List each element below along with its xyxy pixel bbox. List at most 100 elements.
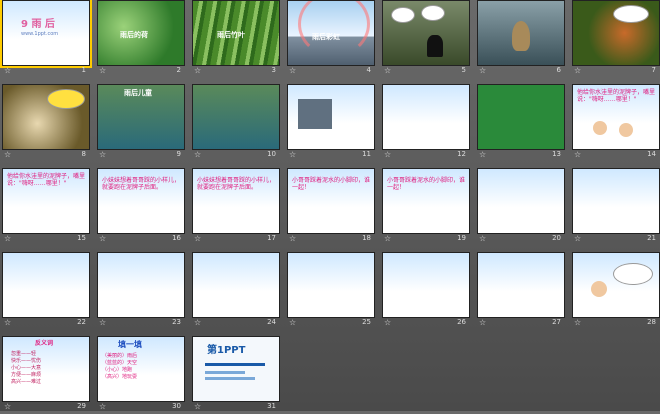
star-icon: ☆ bbox=[99, 318, 107, 327]
slide-thumb-2[interactable]: 雨后的荷 ☆ 2 bbox=[97, 0, 185, 78]
slide-thumb-31[interactable]: 第1PPT ☆ 31 bbox=[192, 336, 280, 414]
slide-number: 17 bbox=[267, 234, 276, 242]
slide-thumb-23[interactable]: ☆ 23 bbox=[97, 252, 185, 330]
speech-bubble-icon bbox=[613, 5, 649, 23]
slide-thumb-24[interactable]: ☆ 24 bbox=[192, 252, 280, 330]
slide-thumb-27[interactable]: ☆ 27 bbox=[477, 252, 565, 330]
slide-thumb-10[interactable]: ☆ 10 bbox=[192, 84, 280, 162]
slide-thumb-25[interactable]: ☆ 25 bbox=[287, 252, 375, 330]
slide-thumb-11[interactable]: ☆ 11 bbox=[287, 84, 375, 162]
divider bbox=[205, 371, 245, 374]
slide-thumb-12[interactable]: ☆ 12 bbox=[382, 84, 470, 162]
slide-preview bbox=[2, 84, 90, 150]
star-icon: ☆ bbox=[194, 66, 202, 75]
slide-number: 16 bbox=[172, 234, 181, 242]
slide-thumb-30[interactable]: 填一填 （美丽的）雨后 （蓝蓝的）天空 （小心）地跑 （高兴）地玩耍 ☆ 30 bbox=[97, 336, 185, 414]
slide-number: 4 bbox=[366, 66, 371, 74]
slide-thumb-7[interactable]: ☆ 7 bbox=[572, 0, 660, 78]
slide-number: 24 bbox=[267, 318, 276, 326]
slide-preview: 小妹妹想着哥哥踩的小样儿，就要跑在泥牌子后面。 bbox=[192, 168, 280, 234]
star-icon: ☆ bbox=[384, 66, 392, 75]
slide-number: 23 bbox=[172, 318, 181, 326]
star-icon: ☆ bbox=[194, 318, 202, 327]
slide-number: 13 bbox=[552, 150, 561, 158]
slide-thumb-1[interactable]: 9 雨 后 www.1ppt.com ☆ 1 bbox=[0, 0, 92, 78]
slide-thumb-28[interactable]: ☆ 28 bbox=[572, 252, 660, 330]
slide-title: 反义词 bbox=[35, 340, 54, 347]
slide-thumb-5[interactable]: ☆ 5 bbox=[382, 0, 470, 78]
slide-thumb-6[interactable]: ☆ 6 bbox=[477, 0, 565, 78]
slide-subtitle: www.1ppt.com bbox=[21, 31, 59, 37]
slide-number: 2 bbox=[176, 66, 181, 74]
star-icon: ☆ bbox=[479, 318, 487, 327]
star-icon: ☆ bbox=[574, 150, 582, 159]
slide-number: 5 bbox=[461, 66, 466, 74]
slide-number: 25 bbox=[362, 318, 371, 326]
star-icon: ☆ bbox=[574, 66, 582, 75]
star-icon: ☆ bbox=[194, 234, 202, 243]
slide-preview bbox=[477, 84, 565, 150]
slide-title: 雨后的荷 bbox=[120, 31, 148, 39]
slide-thumb-22[interactable]: ☆ 22 bbox=[2, 252, 90, 330]
star-icon: ☆ bbox=[289, 150, 297, 159]
slide-preview: 雨后的荷 bbox=[97, 0, 185, 66]
slide-thumb-4[interactable]: 雨后彩虹 ☆ 4 bbox=[287, 0, 375, 78]
star-icon: ☆ bbox=[4, 66, 12, 75]
slide-title: 小哥哥踩着泥水的小脚印，谁一起！ bbox=[387, 177, 466, 191]
slide-thumb-13[interactable]: ☆ 13 bbox=[477, 84, 565, 162]
star-icon: ☆ bbox=[194, 150, 202, 159]
slide-number: 3 bbox=[271, 66, 276, 74]
slide-title: 9 雨 后 bbox=[21, 19, 55, 30]
slide-number: 9 bbox=[176, 150, 181, 158]
slide-preview bbox=[192, 84, 280, 150]
slide-thumb-15[interactable]: 他给你水洼里的泥牌子，嘴里说："嗨呀……哪里！" ☆ 15 bbox=[2, 168, 90, 246]
slide-number: 28 bbox=[647, 318, 656, 326]
slide-thumb-16[interactable]: 小妹妹想着哥哥踩的小样儿，就要跑在泥牌子后面。 ☆ 16 bbox=[97, 168, 185, 246]
duck-icon bbox=[512, 21, 530, 51]
slide-thumb-3[interactable]: 雨后竹叶 ☆ 3 bbox=[192, 0, 280, 78]
star-icon: ☆ bbox=[99, 66, 107, 75]
star-icon: ☆ bbox=[4, 150, 12, 159]
slide-number: 18 bbox=[362, 234, 371, 242]
slide-preview: 雨后儿童 bbox=[97, 84, 185, 150]
slide-thumb-18[interactable]: 小哥哥踩着泥水的小脚印，谁一起！ ☆ 18 bbox=[287, 168, 375, 246]
slide-thumb-26[interactable]: ☆ 26 bbox=[382, 252, 470, 330]
slide-number: 20 bbox=[552, 234, 561, 242]
slide-preview: 小妹妹想着哥哥踩的小样儿，就要跑在泥牌子后面。 bbox=[97, 168, 185, 234]
slide-number: 12 bbox=[457, 150, 466, 158]
star-icon: ☆ bbox=[574, 234, 582, 243]
star-icon: ☆ bbox=[99, 402, 107, 411]
star-icon: ☆ bbox=[4, 318, 12, 327]
slide-preview bbox=[192, 252, 280, 318]
line: 快乐——忧伤 bbox=[11, 358, 42, 364]
star-icon: ☆ bbox=[4, 402, 12, 411]
slide-thumb-19[interactable]: 小哥哥踩着泥水的小脚印，谁一起！ ☆ 19 bbox=[382, 168, 470, 246]
slide-thumb-20[interactable]: ☆ 20 bbox=[477, 168, 565, 246]
slide-title: 小妹妹想着哥哥踩的小样儿，就要跑在泥牌子后面。 bbox=[197, 177, 276, 191]
slide-thumb-17[interactable]: 小妹妹想着哥哥踩的小样儿，就要跑在泥牌子后面。 ☆ 17 bbox=[192, 168, 280, 246]
slide-preview bbox=[2, 252, 90, 318]
slide-preview bbox=[382, 84, 470, 150]
slide-thumb-14[interactable]: 他给你水洼里的泥牌子，嘴里说："嗨呀……哪里！" ☆ 14 bbox=[572, 84, 660, 162]
slide-thumb-8[interactable]: ☆ 8 bbox=[2, 84, 90, 162]
line: （蓝蓝的）天空 bbox=[102, 360, 138, 366]
slide-number: 8 bbox=[81, 150, 86, 158]
slide-number: 22 bbox=[77, 318, 86, 326]
divider bbox=[205, 377, 255, 380]
slide-number: 31 bbox=[267, 402, 276, 410]
line: 小心——大意 bbox=[11, 365, 42, 371]
slide-title: 填一填 bbox=[118, 340, 142, 349]
line: （高兴）地玩耍 bbox=[102, 374, 138, 380]
star-icon: ☆ bbox=[384, 318, 392, 327]
slide-thumb-21[interactable]: ☆ 21 bbox=[572, 168, 660, 246]
slide-number: 11 bbox=[362, 150, 371, 158]
line: 方便——麻烦 bbox=[11, 372, 42, 378]
slide-preview: 小哥哥踩着泥水的小脚印，谁一起！ bbox=[382, 168, 470, 234]
star-icon: ☆ bbox=[479, 66, 487, 75]
slide-number: 21 bbox=[647, 234, 656, 242]
slide-thumb-9[interactable]: 雨后儿童 ☆ 9 bbox=[97, 84, 185, 162]
slide-thumb-29[interactable]: 反义词 忽重——轻 快乐——忧伤 小心——大意 方便——麻烦 高兴——难过 ☆ … bbox=[2, 336, 90, 414]
slide-number: 1 bbox=[81, 66, 86, 74]
slide-preview bbox=[477, 252, 565, 318]
slide-number: 30 bbox=[172, 402, 181, 410]
